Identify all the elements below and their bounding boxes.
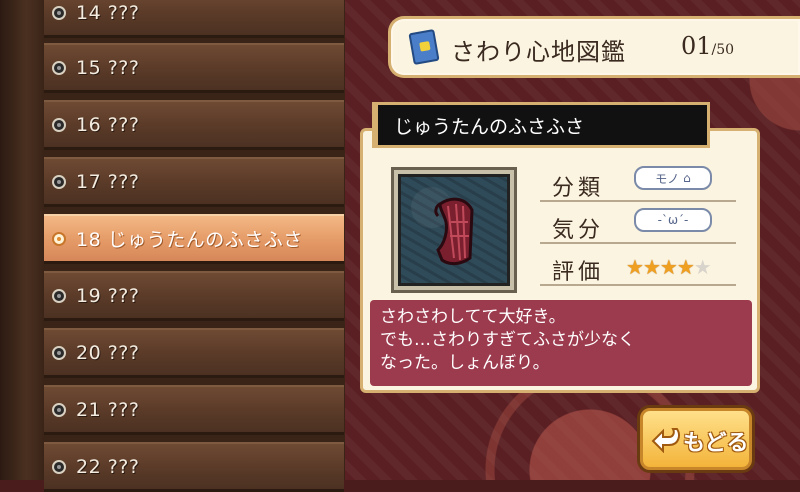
- list-item-selected[interactable]: 18 じゅうたんのふさふさ: [44, 214, 344, 264]
- list-item-label: 21 ???: [76, 398, 140, 421]
- collection-count: 01: [681, 32, 712, 60]
- back-button-label: もどる: [683, 431, 749, 456]
- item-description: さわさわしてて大好き。 でも…さわりすぎてふさが少なく なった。しょんぼり。: [370, 300, 752, 386]
- page-title: さわり心地図鑑: [451, 38, 626, 66]
- bullet-icon: [52, 174, 66, 189]
- bullet-icon: [52, 459, 66, 474]
- list-item-label: 14 ???: [76, 1, 140, 24]
- list-item[interactable]: 19 ???: [44, 271, 344, 321]
- item-name: じゅうたんのふさふさ: [394, 115, 585, 138]
- list-item-label: 16 ???: [76, 113, 140, 136]
- mood-label: 気分: [552, 218, 605, 243]
- bullet-icon: [52, 60, 66, 75]
- star-filled-icon: ★: [642, 255, 661, 279]
- encyclopedia-list[interactable]: 14 ??? 15 ??? 16 ??? 17 ??? 18 じゅうたんのふさふ…: [0, 0, 345, 492]
- list-item[interactable]: 21 ???: [44, 385, 344, 435]
- collection-counter: 01/50: [681, 32, 734, 60]
- list-item-label: 19 ???: [76, 284, 140, 307]
- rating-stars: ★★★★★: [626, 255, 712, 279]
- list-item[interactable]: 14 ???: [44, 0, 344, 38]
- list-item-label: 17 ???: [76, 170, 140, 193]
- bullet-icon: [52, 5, 66, 20]
- item-name-bar: じゅうたんのふさふさ: [372, 102, 710, 148]
- list-item[interactable]: 17 ???: [44, 157, 344, 207]
- star-filled-icon: ★: [626, 255, 644, 279]
- list-item-label: 22 ???: [76, 455, 140, 478]
- list-wood-edge: [0, 0, 44, 480]
- mood-face-icon: -`ω´-: [657, 213, 689, 227]
- star-empty-icon: ★: [693, 255, 712, 279]
- carpet-fringe-icon: [434, 197, 474, 266]
- star-filled-icon: ★: [676, 255, 695, 279]
- list-item-label: 20 ???: [76, 341, 140, 364]
- divider: [540, 242, 736, 244]
- category-value: モノ: [655, 171, 680, 186]
- bullet-icon: [52, 231, 66, 246]
- list-item[interactable]: 22 ???: [44, 442, 344, 492]
- category-badge: モノ ⌂: [634, 166, 712, 190]
- list-item[interactable]: 20 ???: [44, 328, 344, 378]
- book-icon: [408, 28, 440, 66]
- back-button[interactable]: もどる: [640, 408, 752, 470]
- bullet-icon: [52, 117, 66, 132]
- return-arrow-icon: [651, 428, 680, 453]
- collection-total: /50: [711, 42, 735, 58]
- list-item-label: 18 じゅうたんのふさふさ: [76, 229, 303, 251]
- description-line: でも…さわりすぎてふさが少なく: [380, 330, 635, 350]
- divider: [540, 200, 736, 202]
- category-label: 分類: [552, 176, 605, 201]
- list-item-label: 15 ???: [76, 56, 140, 79]
- rating-label: 評価: [552, 260, 605, 285]
- bullet-icon: [52, 345, 66, 360]
- bullet-icon: [52, 402, 66, 417]
- house-icon: ⌂: [683, 171, 691, 185]
- bullet-icon: [52, 288, 66, 303]
- description-line: なった。しょんぼり。: [380, 353, 550, 373]
- description-line: さわさわしてて大好き。: [380, 307, 566, 327]
- encyclopedia-title-banner: さわり心地図鑑 01/50: [388, 16, 800, 78]
- item-image-frame: [394, 170, 514, 290]
- list-item[interactable]: 15 ???: [44, 43, 344, 93]
- list-item[interactable]: 16 ???: [44, 100, 344, 150]
- star-filled-icon: ★: [659, 255, 678, 279]
- mood-badge: -`ω´-: [634, 208, 712, 232]
- divider: [540, 284, 736, 286]
